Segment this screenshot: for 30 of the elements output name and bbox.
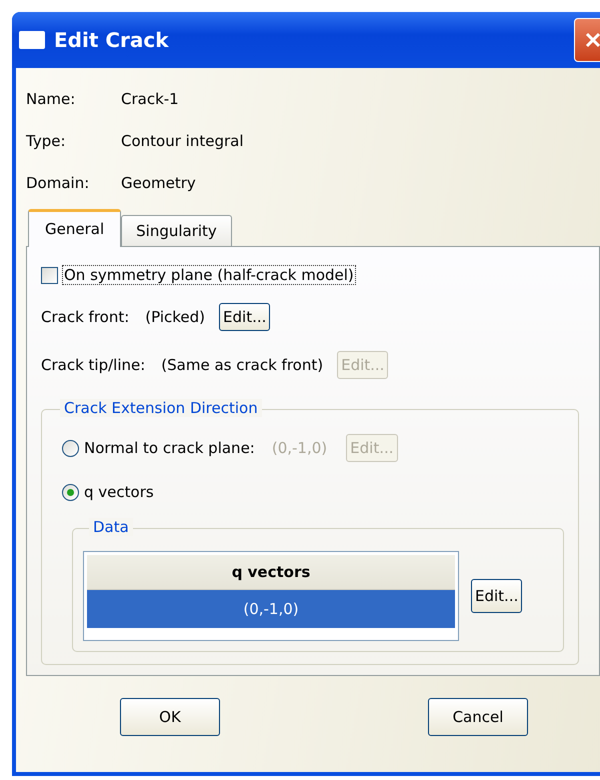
radio-button[interactable] — [62, 484, 79, 500]
field-label: Domain: — [26, 174, 90, 192]
field-value: (0,-1,0) — [272, 439, 328, 457]
field-value: (Same as crack front) — [161, 356, 324, 374]
tab[interactable]: Singularity — [121, 215, 232, 246]
edit-button[interactable]: Edit... — [219, 303, 270, 331]
field-label: Name: — [26, 90, 76, 108]
cancel-button[interactable]: Cancel — [428, 698, 528, 736]
field-label: Type: — [26, 132, 67, 150]
field-label: Crack tip/line: — [41, 356, 146, 374]
field-label: Crack front: — [41, 308, 130, 326]
radio-label[interactable]: Normal to crack plane: — [84, 439, 255, 457]
column-header: q vectors — [230, 563, 312, 581]
checkbox[interactable] — [41, 266, 58, 284]
radio-button[interactable] — [62, 440, 79, 456]
close-icon — [583, 30, 600, 50]
group-title: Crack Extension Direction — [60, 399, 262, 417]
tab[interactable]: General — [28, 209, 122, 247]
field-value: (Picked) — [145, 308, 206, 326]
ok-button[interactable]: OK — [120, 698, 220, 736]
table-row[interactable]: (0,-1,0) — [87, 590, 455, 628]
field-value: Geometry — [121, 174, 196, 192]
window-icon — [18, 30, 46, 50]
window-title: Edit Crack — [54, 28, 170, 52]
field-value: Crack-1 — [121, 90, 179, 108]
checkbox-label[interactable]: On symmetry plane (half-crack model) — [62, 265, 356, 285]
radio-label[interactable]: q vectors — [84, 483, 154, 501]
group-title: Data — [89, 518, 133, 536]
edit-button[interactable]: Edit... — [471, 579, 522, 613]
field-value: Contour integral — [121, 132, 244, 150]
